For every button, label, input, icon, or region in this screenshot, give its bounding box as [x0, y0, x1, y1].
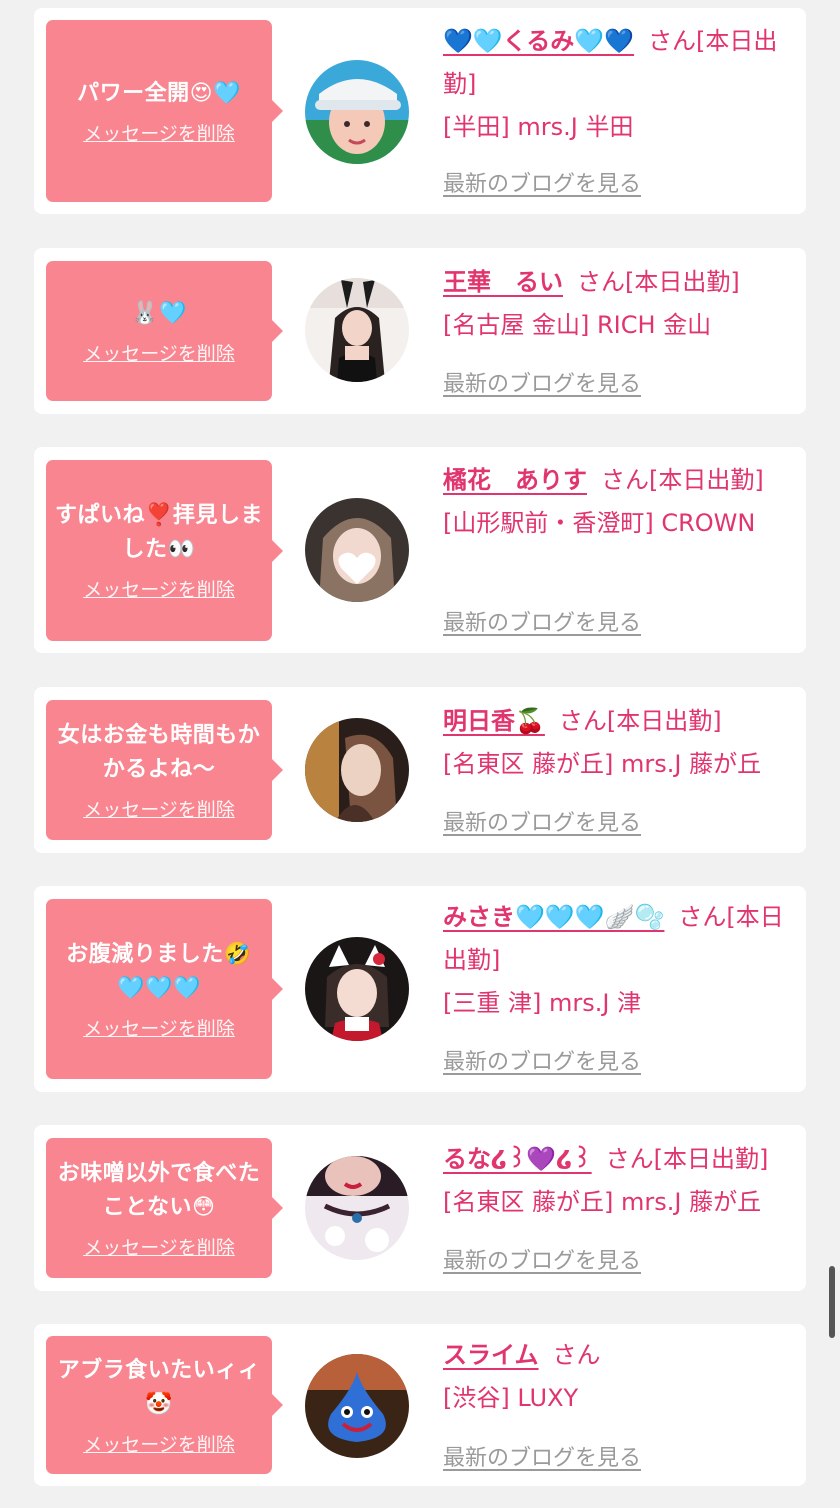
delete-message-link[interactable]: メッセージを削除 — [83, 1233, 235, 1260]
cast-location: [名古屋 金山] RICH 金山 — [443, 311, 712, 339]
delete-message-link[interactable]: メッセージを削除 — [83, 795, 235, 822]
cast-location: [渋谷] LUXY — [443, 1384, 579, 1412]
slime-avatar-icon — [305, 1354, 409, 1458]
cast-info: るな໒꒱💜໒꒱ さん[本日出勤] [名東区 藤が丘] mrs.J 藤が丘 — [443, 1138, 795, 1224]
lace-choker-avatar-icon — [305, 1156, 409, 1260]
list-item: 🐰🩵 メッセージを削除 王華 るい さん[本日出勤] [名古屋 金山] RICH … — [34, 248, 806, 414]
latest-blog-link[interactable]: 最新のブログを見る — [443, 605, 641, 637]
avatar[interactable] — [305, 1354, 409, 1458]
cast-status: さん — [552, 1341, 601, 1369]
cast-name-link[interactable]: 明日香🍒 — [443, 707, 545, 735]
message-text: お腹減りました🤣🩵🩵🩵 — [66, 941, 252, 1001]
cast-location: [三重 津] mrs.J 津 — [443, 989, 642, 1017]
latest-blog-link[interactable]: 最新のブログを見る — [443, 1243, 641, 1275]
cast-info: みさき🩵🩵🩵🪽🫧 さん[本日出勤] [三重 津] mrs.J 津 — [443, 896, 795, 1025]
avatar[interactable] — [305, 60, 409, 164]
cast-location: [山形駅前・香澄町] CROWN — [443, 509, 756, 537]
delete-message-link[interactable]: メッセージを削除 — [83, 1014, 235, 1041]
cast-status: さん[本日出勤] — [605, 1145, 769, 1173]
message-bubble: 女はお金も時間もかかるよね〜 メッセージを削除 — [46, 700, 283, 840]
cast-name-link[interactable]: 橘花 ありす — [443, 466, 587, 494]
message-text: すぱいね❣️拝見しました👀 — [55, 503, 263, 562]
message-bubble: アブラ食いたいィィ🤡 メッセージを削除 — [46, 1336, 283, 1474]
list-item: パワー全開😍🩵 メッセージを削除 💙🩵くるみ🩵💙 さん[本日出勤] [半田] mr… — [34, 8, 806, 214]
delete-message-link[interactable]: メッセージを削除 — [83, 339, 235, 366]
latest-blog-link[interactable]: 最新のブログを見る — [443, 166, 641, 198]
bunny-costume-avatar-icon — [305, 278, 409, 382]
list-item: お味噌以外で食べたことない😳 メッセージを削除 るな໒꒱💜໒꒱ さん[本日出勤] … — [34, 1125, 806, 1291]
cast-name-link[interactable]: スライム — [443, 1341, 539, 1369]
message-text: 女はお金も時間もかかるよね〜 — [57, 722, 261, 782]
long-hair-avatar-icon — [305, 718, 409, 822]
cast-name-link[interactable]: るな໒꒱💜໒꒱ — [443, 1145, 592, 1173]
cast-info: スライム さん [渋谷] LUXY — [443, 1334, 795, 1420]
cast-info: 💙🩵くるみ🩵💙 さん[本日出勤] [半田] mrs.J 半田 — [443, 20, 795, 149]
cast-info: 明日香🍒 さん[本日出勤] [名東区 藤が丘] mrs.J 藤が丘 — [443, 700, 795, 786]
message-text: パワー全開😍🩵 — [77, 80, 241, 106]
delete-message-link[interactable]: メッセージを削除 — [83, 119, 235, 146]
message-bubble: パワー全開😍🩵 メッセージを削除 — [46, 20, 283, 202]
latest-blog-link[interactable]: 最新のブログを見る — [443, 366, 641, 398]
cast-location: [名東区 藤が丘] mrs.J 藤が丘 — [443, 750, 762, 778]
list-item: すぱいね❣️拝見しました👀 メッセージを削除 橘花 ありす さん[本日出勤] [山… — [34, 447, 806, 653]
message-bubble: お味噌以外で食べたことない😳 メッセージを削除 — [46, 1138, 283, 1278]
cast-info: 王華 るい さん[本日出勤] [名古屋 金山] RICH 金山 — [443, 261, 795, 347]
vertical-scrollbar[interactable] — [829, 1266, 835, 1338]
cast-info: 橘花 ありす さん[本日出勤] [山形駅前・香澄町] CROWN — [443, 459, 795, 545]
cast-location: [半田] mrs.J 半田 — [443, 113, 634, 141]
cast-status: さん[本日出勤] — [558, 707, 722, 735]
cast-name-link[interactable]: みさき🩵🩵🩵🪽🫧 — [443, 903, 664, 931]
cast-location: [名東区 藤が丘] mrs.J 藤が丘 — [443, 1188, 762, 1216]
latest-blog-link[interactable]: 最新のブログを見る — [443, 1044, 641, 1076]
avatar[interactable] — [305, 937, 409, 1041]
heart-face-avatar-icon — [305, 498, 409, 602]
message-text: アブラ食いたいィィ🤡 — [57, 1357, 261, 1417]
latest-blog-link[interactable]: 最新のブログを見る — [443, 805, 641, 837]
avatar[interactable] — [305, 718, 409, 822]
message-text: お味噌以外で食べたことない😳 — [57, 1160, 261, 1220]
list-item: 女はお金も時間もかかるよね〜 メッセージを削除 明日香🍒 さん[本日出勤] [名東… — [34, 687, 806, 853]
cat-ears-avatar-icon — [305, 937, 409, 1041]
cast-name-link[interactable]: 王華 るい — [443, 268, 563, 296]
list-item: お腹減りました🤣🩵🩵🩵 メッセージを削除 みさき🩵🩵🩵🪽🫧 さん[本日出勤] [三… — [34, 886, 806, 1092]
cast-status: さん[本日出勤] — [601, 466, 764, 494]
latest-blog-link[interactable]: 最新のブログを見る — [443, 1440, 641, 1472]
cast-name-link[interactable]: 💙🩵くるみ🩵💙 — [443, 27, 634, 55]
message-bubble: すぱいね❣️拝見しました👀 メッセージを削除 — [46, 460, 283, 641]
message-text: 🐰🩵 — [131, 300, 187, 326]
avatar[interactable] — [305, 1156, 409, 1260]
delete-message-link[interactable]: メッセージを削除 — [83, 1430, 235, 1457]
woman-visor-avatar-icon — [305, 60, 409, 164]
avatar[interactable] — [305, 278, 409, 382]
message-bubble: お腹減りました🤣🩵🩵🩵 メッセージを削除 — [46, 899, 283, 1079]
cast-status: さん[本日出勤] — [577, 268, 740, 296]
delete-message-link[interactable]: メッセージを削除 — [83, 575, 235, 602]
avatar[interactable] — [305, 498, 409, 602]
list-item: アブラ食いたいィィ🤡 メッセージを削除 スライム さん [渋谷] LUXY 最新の… — [34, 1324, 806, 1486]
message-bubble: 🐰🩵 メッセージを削除 — [46, 261, 283, 401]
